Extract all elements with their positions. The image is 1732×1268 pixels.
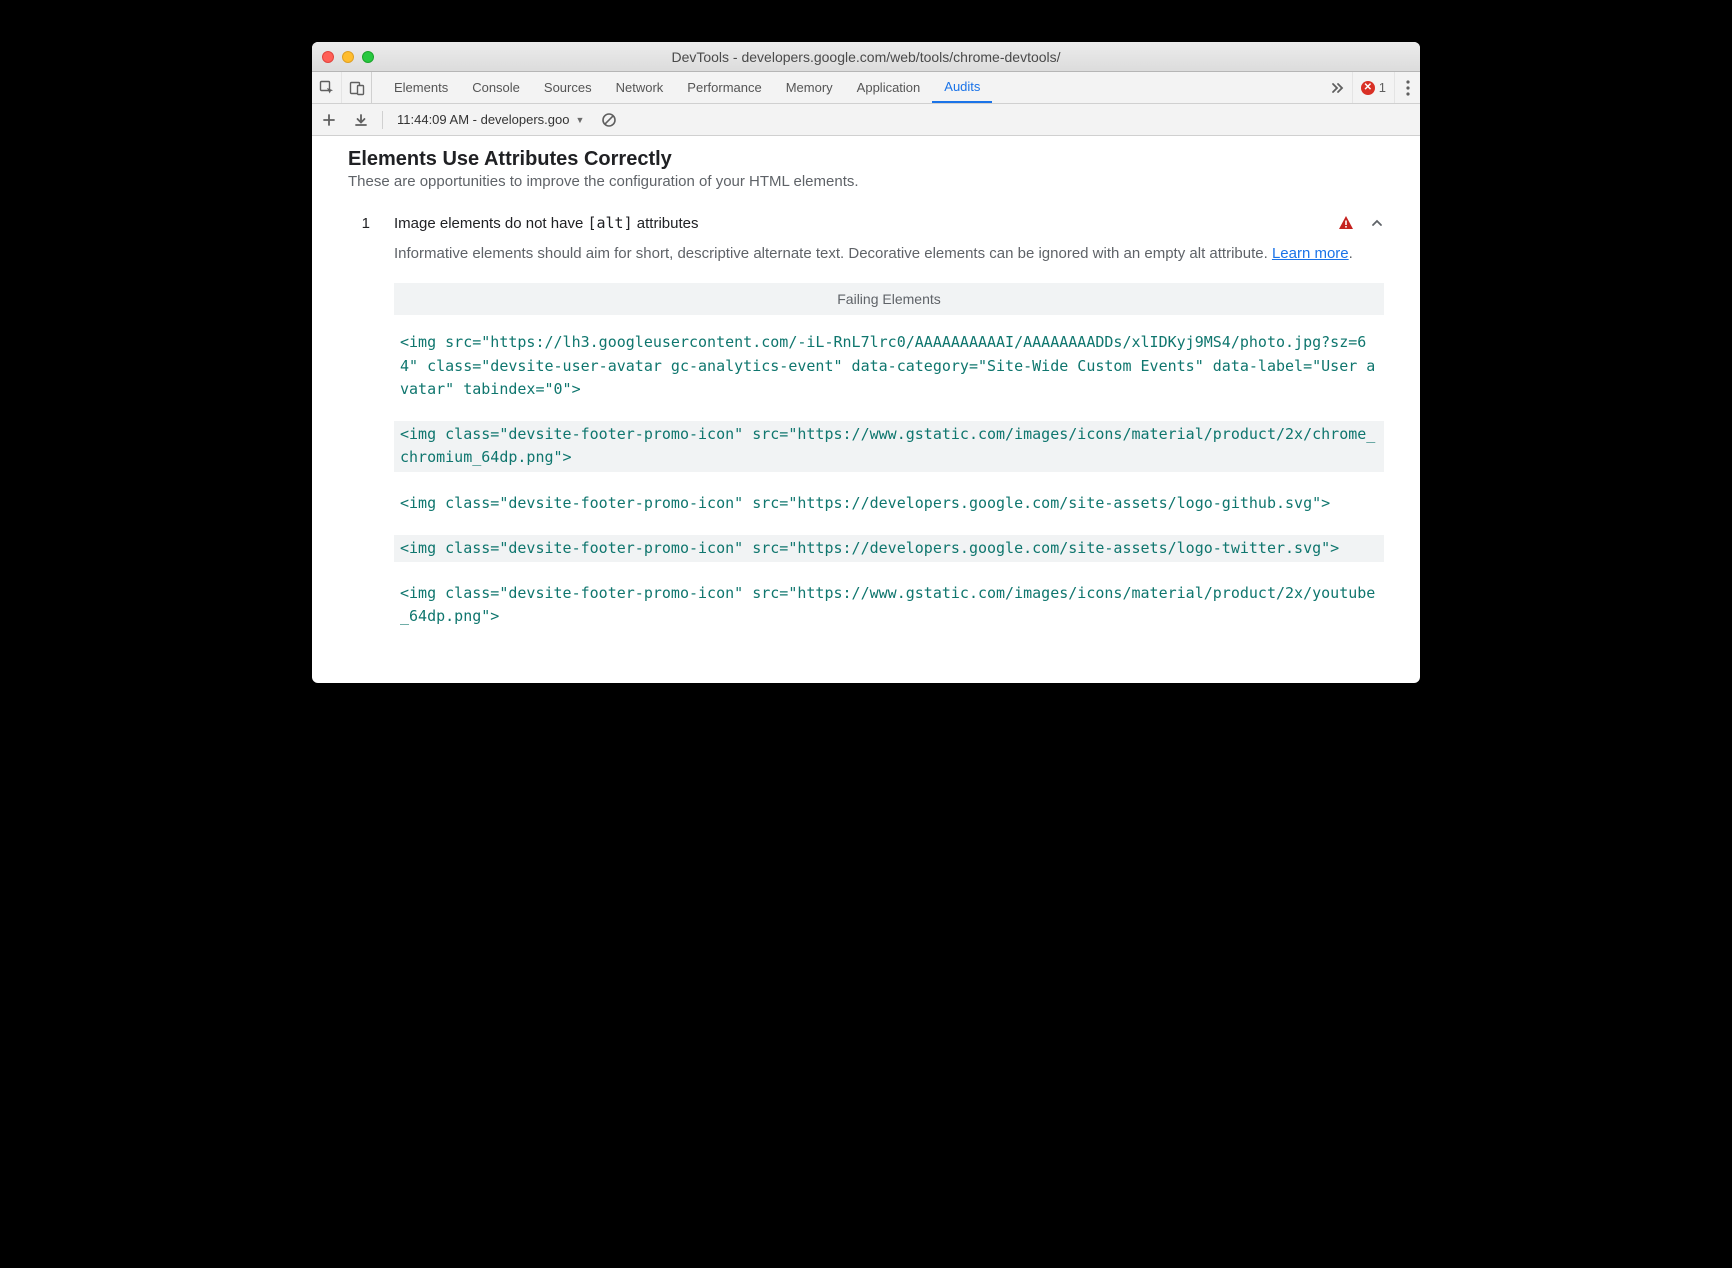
audit-header[interactable]: Image elements do not have [alt] attribu…: [394, 214, 1384, 232]
panel-tabs: Elements Console Sources Network Perform…: [372, 72, 1322, 103]
tab-performance[interactable]: Performance: [675, 72, 773, 103]
audit-content: Elements Use Attributes Correctly These …: [312, 136, 1420, 683]
section-title: Elements Use Attributes Correctly: [348, 148, 1384, 171]
error-badge-icon: ✕: [1361, 81, 1375, 95]
audit-number: 1: [348, 214, 370, 232]
toolbar-divider: [382, 111, 383, 129]
tab-elements[interactable]: Elements: [382, 72, 460, 103]
error-count-group[interactable]: ✕ 1: [1352, 72, 1394, 103]
audit-title-pre: Image elements do not have: [394, 215, 587, 232]
audit-title-code: [alt]: [587, 214, 632, 232]
section-subtitle: These are opportunities to improve the c…: [348, 173, 1384, 190]
learn-more-link[interactable]: Learn more: [1272, 245, 1349, 262]
tab-application[interactable]: Application: [845, 72, 933, 103]
kebab-menu-icon[interactable]: [1394, 72, 1420, 103]
audit-description: Informative elements should aim for shor…: [394, 242, 1384, 265]
error-count: 1: [1379, 80, 1386, 95]
failing-elements-area: Failing Elements <img src="https://lh3.g…: [394, 283, 1384, 630]
audit-title: Image elements do not have [alt] attribu…: [394, 214, 1338, 232]
devtools-window: DevTools - developers.google.com/web/too…: [312, 42, 1420, 683]
report-dropdown-label: 11:44:09 AM - developers.goo: [397, 112, 570, 127]
failing-element: <img class="devsite-footer-promo-icon" s…: [394, 490, 1384, 517]
failing-element: <img class="devsite-footer-promo-icon" s…: [394, 580, 1384, 631]
failing-elements-header: Failing Elements: [394, 283, 1384, 315]
audit-title-post: attributes: [633, 215, 699, 232]
window-title: DevTools - developers.google.com/web/too…: [322, 49, 1410, 65]
download-icon[interactable]: [350, 109, 372, 131]
tab-audits[interactable]: Audits: [932, 72, 992, 103]
failing-element: <img class="devsite-footer-promo-icon" s…: [394, 421, 1384, 472]
tab-console[interactable]: Console: [460, 72, 532, 103]
warning-icon: [1338, 215, 1354, 231]
audits-toolbar: 11:44:09 AM - developers.goo ▼: [312, 104, 1420, 136]
failing-element: <img src="https://lh3.googleusercontent.…: [394, 329, 1384, 403]
dropdown-triangle-icon: ▼: [576, 115, 585, 125]
audit-row: 1 Image elements do not have [alt] attri…: [348, 214, 1384, 265]
report-dropdown[interactable]: 11:44:09 AM - developers.goo ▼: [393, 112, 588, 127]
inspect-icon[interactable]: [312, 72, 342, 103]
failing-element: <img class="devsite-footer-promo-icon" s…: [394, 535, 1384, 562]
audit-desc-post: .: [1349, 245, 1353, 262]
new-audit-icon[interactable]: [318, 109, 340, 131]
maximize-button[interactable]: [362, 51, 374, 63]
traffic-lights: [322, 51, 374, 63]
tabs-overflow-icon[interactable]: [1322, 72, 1352, 103]
close-button[interactable]: [322, 51, 334, 63]
tab-network[interactable]: Network: [604, 72, 676, 103]
tab-sources[interactable]: Sources: [532, 72, 604, 103]
tab-memory[interactable]: Memory: [774, 72, 845, 103]
titlebar: DevTools - developers.google.com/web/too…: [312, 42, 1420, 72]
clear-icon[interactable]: [598, 109, 620, 131]
device-toggle-icon[interactable]: [342, 72, 372, 103]
audit-desc-text: Informative elements should aim for shor…: [394, 245, 1272, 262]
minimize-button[interactable]: [342, 51, 354, 63]
chevron-up-icon[interactable]: [1370, 216, 1384, 230]
devtools-tabbar: Elements Console Sources Network Perform…: [312, 72, 1420, 104]
